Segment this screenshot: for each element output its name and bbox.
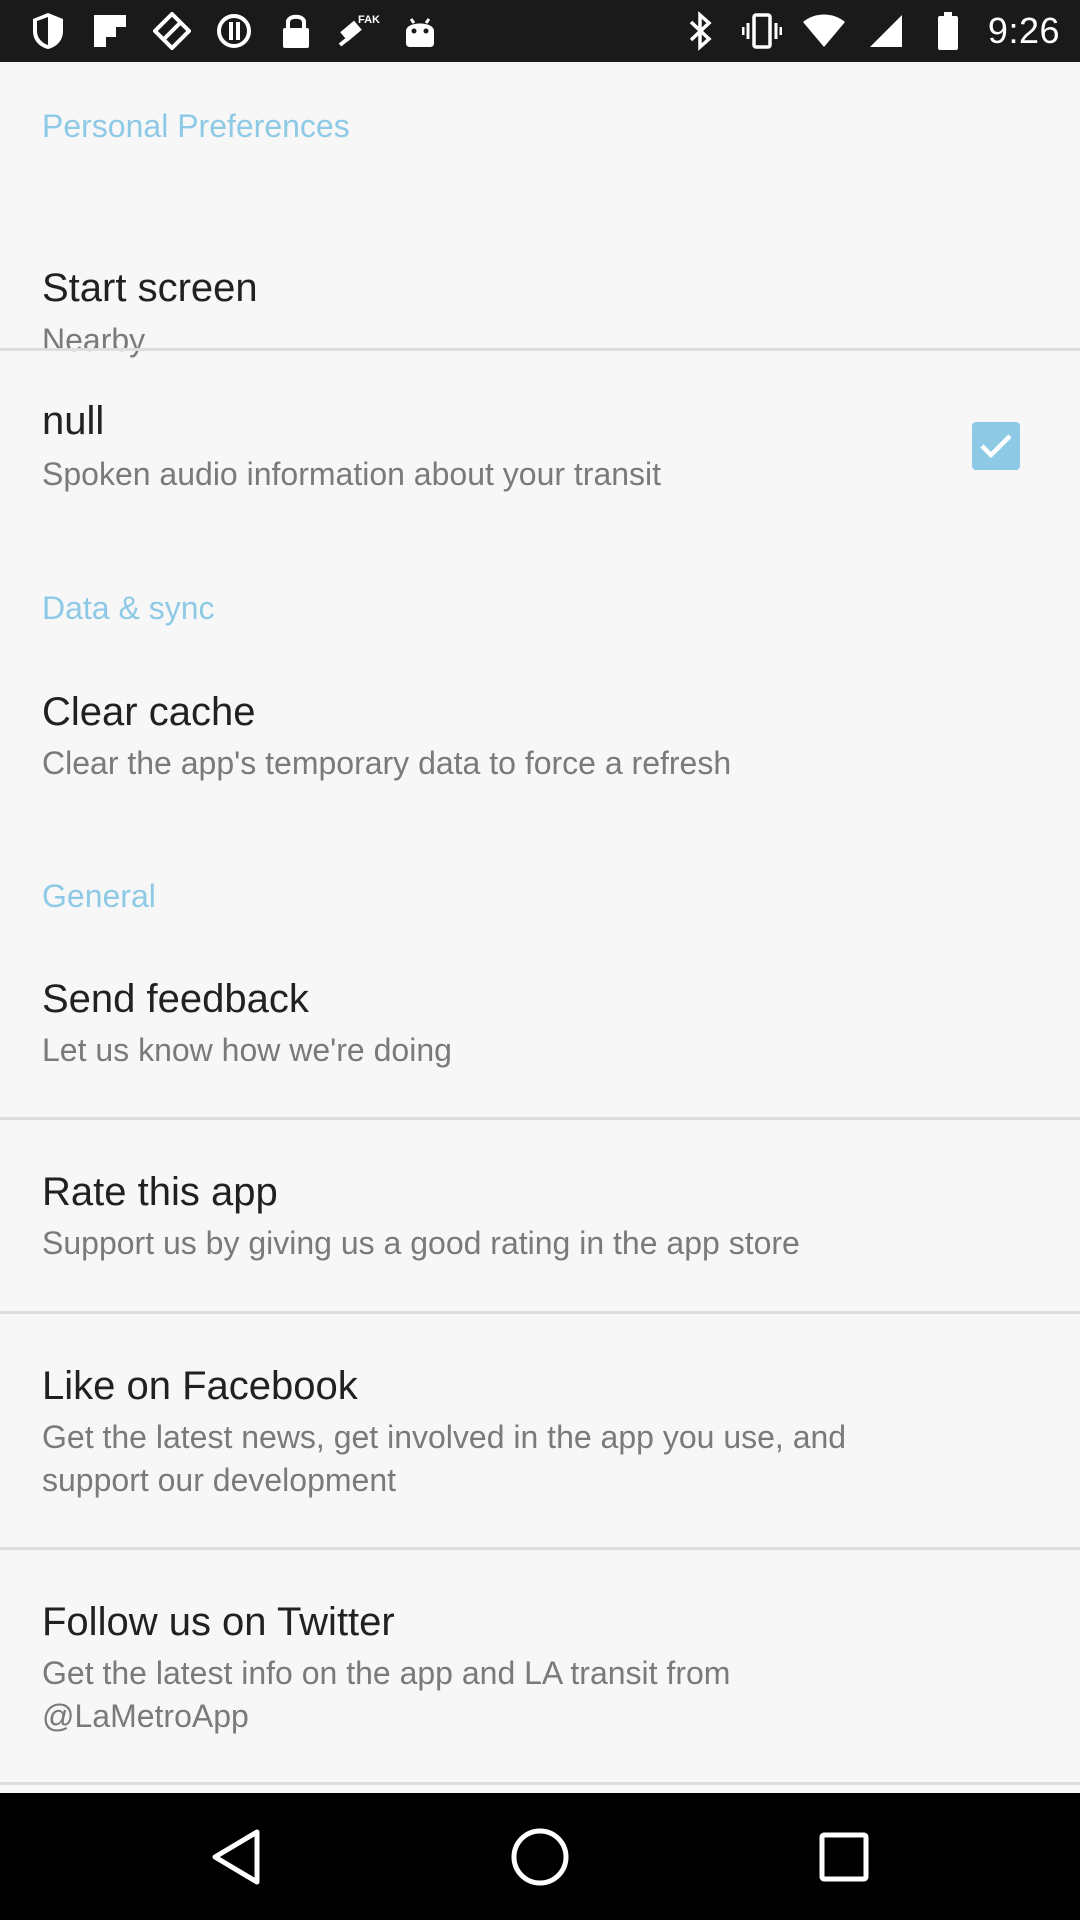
notification-icons: FAKE bbox=[26, 10, 442, 52]
home-button[interactable] bbox=[502, 1819, 578, 1895]
pref-summary: Support us by giving us a good rating in… bbox=[42, 1225, 800, 1261]
settings-list[interactable]: Personal Preferences Start screen Nearby… bbox=[0, 62, 1080, 1793]
divider bbox=[0, 1782, 1080, 1785]
flipboard-icon bbox=[88, 10, 132, 52]
section-header-personal-preferences: Personal Preferences bbox=[42, 108, 350, 144]
fake-gps-icon: FAKE bbox=[336, 10, 380, 52]
lock-icon bbox=[274, 10, 318, 52]
home-icon bbox=[511, 1828, 569, 1886]
vibrate-icon bbox=[740, 10, 784, 52]
back-icon bbox=[212, 1829, 260, 1885]
pref-title: Rate this app bbox=[42, 1170, 278, 1214]
status-bar: FAKE 9:26 bbox=[0, 0, 1080, 62]
pref-summary-line2: support our development bbox=[42, 1462, 396, 1498]
pref-title: Like on Facebook bbox=[42, 1364, 358, 1408]
pref-title: Clear cache bbox=[42, 690, 256, 734]
checkmark-icon bbox=[980, 434, 1012, 459]
pref-summary-line1: Get the latest news, get involved in the… bbox=[42, 1419, 847, 1455]
recents-icon bbox=[819, 1832, 869, 1882]
section-header-general: General bbox=[42, 878, 156, 914]
spoken-audio-checkbox[interactable] bbox=[972, 422, 1020, 470]
clock: 9:26 bbox=[987, 10, 1060, 51]
recents-button[interactable] bbox=[806, 1819, 882, 1895]
pref-summary: Spoken audio information about your tran… bbox=[42, 456, 662, 492]
sync-icon bbox=[212, 10, 256, 52]
pref-spoken-audio[interactable]: null Spoken audio information about your… bbox=[0, 351, 1080, 576]
pref-summary-line1: Get the latest info on the app and LA tr… bbox=[42, 1655, 731, 1691]
svg-text:FAKE: FAKE bbox=[358, 14, 380, 26]
shield-icon bbox=[26, 10, 70, 52]
pref-rate-app[interactable]: Rate this app Support us by giving us a … bbox=[0, 1120, 1080, 1312]
battery-icon bbox=[926, 10, 970, 52]
pref-summary: Let us know how we're doing bbox=[42, 1032, 452, 1068]
bluetooth-icon bbox=[678, 10, 722, 52]
pref-summary: Clear the app's temporary data to force … bbox=[42, 745, 732, 781]
back-button[interactable] bbox=[198, 1819, 274, 1895]
pref-title: Follow us on Twitter bbox=[42, 1600, 395, 1644]
pref-send-feedback[interactable]: Send feedback Let us know how we're doin… bbox=[0, 967, 1080, 1117]
system-icons: 9:26 bbox=[678, 10, 1060, 52]
pref-follow-twitter[interactable]: Follow us on Twitter Get the latest info… bbox=[0, 1550, 1080, 1782]
pref-summary-line2: @LaMetroApp bbox=[42, 1698, 249, 1734]
signal-icon bbox=[864, 10, 908, 52]
pref-title: Start screen bbox=[42, 266, 258, 310]
kite-icon bbox=[150, 10, 194, 52]
pref-like-facebook[interactable]: Like on Facebook Get the latest news, ge… bbox=[0, 1314, 1080, 1548]
pref-title: null bbox=[42, 399, 105, 443]
section-header-data-sync: Data & sync bbox=[42, 590, 215, 626]
pref-title: Send feedback bbox=[42, 977, 309, 1021]
navigation-bar bbox=[0, 1793, 1080, 1920]
android-icon bbox=[398, 10, 442, 52]
wifi-icon bbox=[802, 10, 846, 52]
pref-clear-cache[interactable]: Clear cache Clear the app's temporary da… bbox=[0, 682, 1080, 862]
